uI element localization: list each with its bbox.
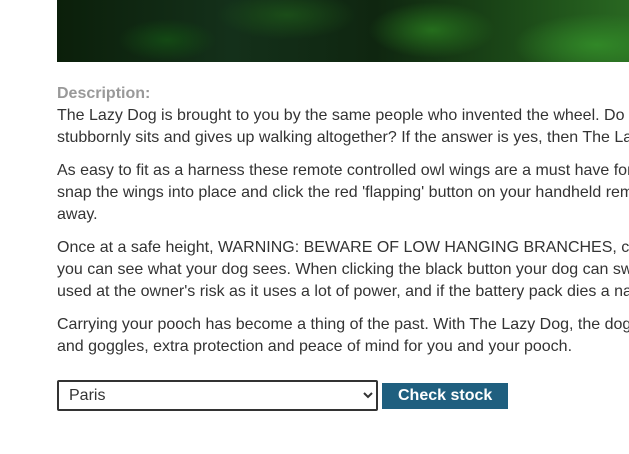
store-select[interactable]: Paris (57, 380, 378, 411)
description-paragraph-1: The Lazy Dog is brought to you by the sa… (57, 105, 629, 149)
description-paragraph-4: Carrying your pooch has become a thing o… (57, 314, 629, 358)
paragraph-line: and goggles, extra protection and peace … (57, 338, 573, 355)
paragraph-line: away. (57, 206, 98, 223)
paragraph-line: stubbornly sits and gives up walking alt… (57, 129, 629, 146)
paragraph-line: Carrying your pooch has become a thing o… (57, 316, 629, 333)
paragraph-line: As easy to fit as a harness these remote… (57, 162, 629, 179)
product-image (57, 0, 629, 62)
paragraph-line: used at the owner's risk as it uses a lo… (57, 283, 629, 300)
paragraph-line: Once at a safe height, WARNING: BEWARE O… (57, 239, 629, 256)
product-description: Description: The Lazy Dog is brought to … (57, 83, 629, 369)
description-paragraph-2: As easy to fit as a harness these remote… (57, 160, 629, 226)
paragraph-line: you can see what your dog sees. When cli… (57, 261, 629, 278)
description-label: Description: (57, 85, 151, 102)
stock-check-form: Paris Check stock (57, 380, 509, 411)
description-paragraph-3: Once at a safe height, WARNING: BEWARE O… (57, 237, 629, 303)
paragraph-line: snap the wings into place and click the … (57, 184, 629, 201)
check-stock-button[interactable]: Check stock (382, 382, 509, 409)
paragraph-line: The Lazy Dog is brought to you by the sa… (57, 107, 625, 124)
